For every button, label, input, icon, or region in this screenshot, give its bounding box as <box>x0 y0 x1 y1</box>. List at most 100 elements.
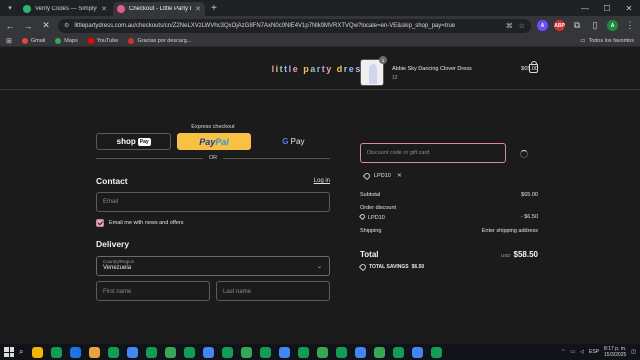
new-tab-button[interactable]: + <box>211 3 217 14</box>
close-icon[interactable]: ✕ <box>195 5 201 13</box>
taskbar-app-icon[interactable] <box>355 346 367 358</box>
taskbar-app-icon[interactable] <box>317 346 329 358</box>
subtotal-label: Subtotal <box>360 192 381 198</box>
country-value: Venezuela <box>103 265 132 271</box>
news-optin-row[interactable]: Email me with news and offers <box>96 219 184 227</box>
url-text: littlepartydress.com.au/checkouts/cn/Z2N… <box>74 22 456 29</box>
taskbar-app-icon[interactable] <box>431 346 443 358</box>
maximize-icon[interactable]: ☐ <box>596 4 618 13</box>
taskbar-app-icon[interactable] <box>298 346 310 358</box>
system-tray: ⌃ ▭ ◁ ESP 8:17 p. m. 15/3/2025 ◫ <box>561 346 636 358</box>
express-checkout-title: Express checkout <box>191 124 235 130</box>
last-name-field[interactable]: Last name <box>216 281 330 301</box>
minimize-icon[interactable]: — <box>574 4 596 13</box>
address-bar[interactable]: ⚙ littlepartydress.com.au/checkouts/cn/Z… <box>58 18 531 33</box>
close-window-icon[interactable]: ✕ <box>618 4 640 13</box>
omnibox-actions: ⌘ ☆ <box>506 22 525 30</box>
taskbar-app-icon[interactable] <box>374 346 386 358</box>
network-icon[interactable]: ▭ <box>570 349 575 355</box>
total-currency: USD <box>501 253 511 258</box>
taskbar-app-icon[interactable] <box>146 346 158 358</box>
paypal-button[interactable]: Pay Pal <box>177 133 251 150</box>
bookmark-label: Gracias por descarg... <box>137 37 192 44</box>
taskbar-app-icon[interactable] <box>127 346 139 358</box>
clock[interactable]: 8:17 p. m. 15/3/2025 <box>604 346 626 358</box>
taskbar-app-icon[interactable] <box>260 346 272 358</box>
savings-value: $6.50 <box>411 264 425 270</box>
first-name-field[interactable]: First name <box>96 281 210 301</box>
taskbar-app-icon[interactable] <box>51 346 63 358</box>
taskbar-app-icon[interactable] <box>336 346 348 358</box>
tab-label: Checkout - Little Party Dress <box>129 6 191 12</box>
total-label: Total <box>360 250 379 259</box>
windows-start-icon[interactable] <box>4 347 14 357</box>
language-indicator[interactable]: ESP <box>589 349 599 355</box>
taskbar-app-icon[interactable] <box>165 346 177 358</box>
taskbar-app-icon[interactable] <box>412 346 424 358</box>
product-variant: 12 <box>392 75 398 81</box>
shop-pay-button[interactable]: shop Pay <box>96 133 172 150</box>
country-select[interactable]: Country/Region Venezuela ⌄ <box>96 256 330 276</box>
taskbar-app-icon[interactable] <box>241 346 253 358</box>
taskbar-app-icon[interactable] <box>32 346 44 358</box>
email-field[interactable]: Email <box>96 192 330 212</box>
bookmark-star-icon[interactable]: ☆ <box>519 22 525 30</box>
bookmark-maps[interactable]: Maps <box>55 37 78 44</box>
browser-toolbar: ← → ✕ ⚙ littlepartydress.com.au/checkout… <box>0 16 640 35</box>
tab-simplycodes[interactable]: Verify Codes — SimplyCodes ✕ <box>19 2 111 16</box>
taskbar-app-icon[interactable] <box>279 346 291 358</box>
notifications-icon[interactable]: ◫ <box>631 349 636 355</box>
taskbar-app-icon[interactable] <box>393 346 405 358</box>
remove-discount-icon[interactable]: ✕ <box>397 172 402 179</box>
youtube-icon <box>87 37 94 44</box>
tab-search-icon[interactable]: ▾ <box>3 1 17 15</box>
maps-icon <box>55 37 62 44</box>
country-label: Country/Region <box>103 259 135 264</box>
bookmark-gmail[interactable]: Gmail <box>21 37 45 44</box>
taskbar-app-icon[interactable] <box>108 346 120 358</box>
loading-spinner-icon <box>520 150 528 158</box>
news-optin-checkbox[interactable] <box>96 219 104 227</box>
last-name-placeholder: Last name <box>223 289 252 295</box>
tray-chevron-icon[interactable]: ⌃ <box>561 349 565 355</box>
browser-menu-icon[interactable]: ⋮ <box>624 20 636 31</box>
login-link[interactable]: Log in <box>300 178 330 184</box>
subtotal-value: $65.00 <box>521 192 538 198</box>
discount-code-input[interactable]: Discount code or gift card <box>360 143 506 163</box>
windows-taskbar: ⌕ ⌃ ▭ ◁ ESP 8:17 p. m. 15/3/2025 ◫ <box>0 344 640 360</box>
all-bookmarks-folder[interactable]: ▭ Todos los favoritos <box>580 38 634 44</box>
close-icon[interactable]: ✕ <box>101 5 107 13</box>
stop-loading-icon[interactable]: ✕ <box>40 20 52 31</box>
browser-tab-strip: ▾ Verify Codes — SimplyCodes ✕ Checkout … <box>0 0 640 16</box>
taskbar-app-icon[interactable] <box>89 346 101 358</box>
taskbar-app-icon[interactable] <box>184 346 196 358</box>
tab-checkout[interactable]: Checkout - Little Party Dress ✕ <box>113 2 205 16</box>
bookmark-gracias[interactable]: Gracias por descarg... <box>128 37 192 44</box>
volume-icon[interactable]: ◁ <box>580 349 584 355</box>
product-price: $65.00 <box>521 66 538 72</box>
profile-avatar-icon[interactable]: A <box>607 20 618 31</box>
site-logo[interactable]: little party dress <box>0 64 640 74</box>
shipping-label: Shipping <box>360 228 382 234</box>
taskbar-app-icon[interactable] <box>222 346 234 358</box>
tag-icon <box>362 171 372 180</box>
search-icon[interactable]: ⌕ <box>19 347 23 357</box>
bookmark-favicon-icon <box>128 37 135 44</box>
bookmark-youtube[interactable]: YouTube <box>87 37 118 44</box>
google-pay-button[interactable]: G Pay <box>257 133 330 150</box>
back-icon[interactable]: ← <box>4 21 16 31</box>
adblock-extension-icon[interactable]: ABP <box>554 20 565 31</box>
extension-icon[interactable]: A <box>537 20 548 31</box>
taskbar-app-icon[interactable] <box>70 346 82 358</box>
contact-title: Contact <box>96 176 128 186</box>
translate-icon[interactable]: ⌘ <box>506 22 513 30</box>
sidebar-icon[interactable]: ▯ <box>589 20 601 31</box>
forward-icon[interactable]: → <box>22 21 34 31</box>
apps-grid-icon[interactable]: ⊞ <box>6 37 12 45</box>
site-info-icon[interactable]: ⚙ <box>64 22 69 29</box>
simplycodes-favicon-icon <box>23 5 31 13</box>
extensions-puzzle-icon[interactable]: ⧉ <box>571 20 583 31</box>
logo-letter: d <box>336 64 344 74</box>
taskbar-app-icon[interactable] <box>203 346 215 358</box>
order-discount-row: Order discount <box>360 205 538 211</box>
